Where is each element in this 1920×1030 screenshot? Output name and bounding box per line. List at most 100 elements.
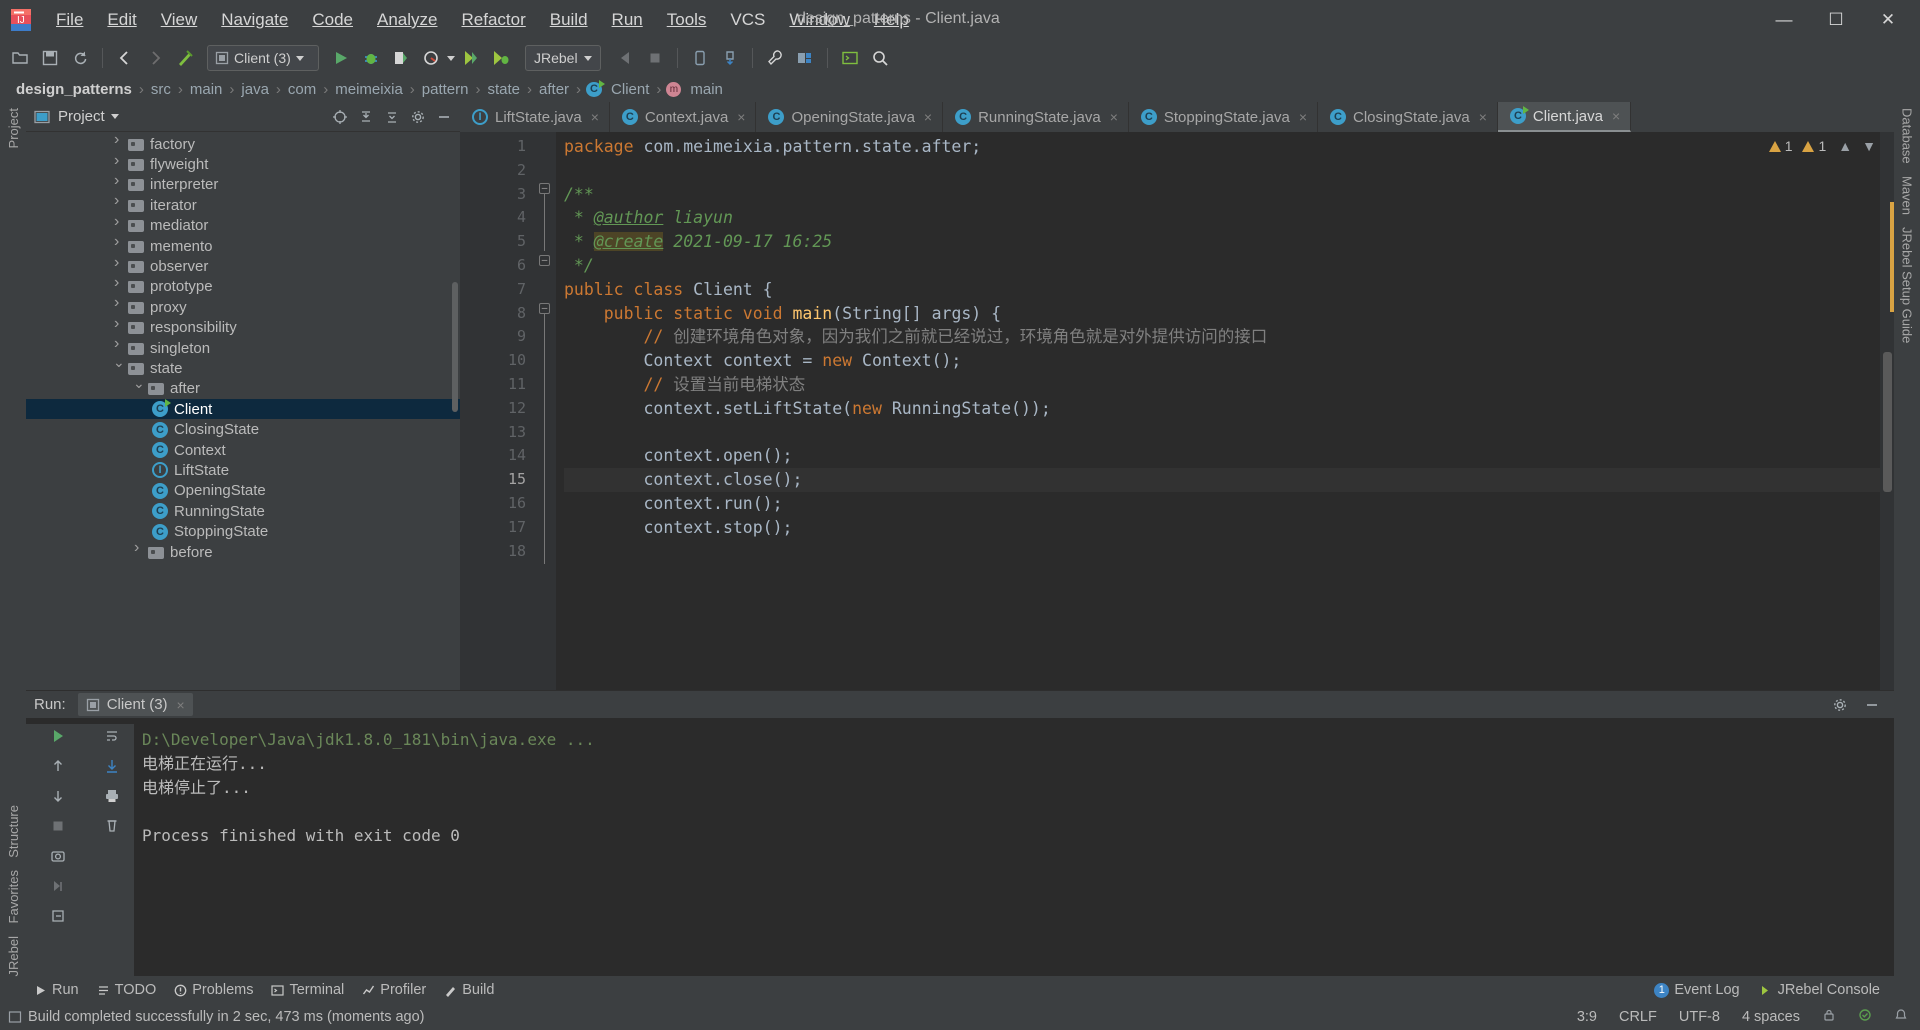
line-number-15[interactable]: 15 bbox=[460, 468, 534, 492]
chevron-right-icon[interactable] bbox=[112, 213, 124, 232]
chevron-right-icon[interactable] bbox=[112, 233, 124, 252]
breadcrumb-item-7[interactable]: state bbox=[483, 81, 524, 98]
editor-tab-runningstate[interactable]: C RunningState.java × bbox=[943, 102, 1129, 132]
menu-tools[interactable]: Tools bbox=[655, 6, 719, 34]
bottom-item-build[interactable]: Build bbox=[444, 982, 494, 998]
code-line-2[interactable] bbox=[564, 159, 1880, 183]
chevron-right-icon[interactable] bbox=[132, 539, 144, 558]
editor-tab-stoppingstate[interactable]: C StoppingState.java × bbox=[1128, 102, 1318, 132]
inspection-summary[interactable]: 1 1 ▲ ▼ bbox=[1768, 138, 1876, 154]
save-icon[interactable] bbox=[36, 44, 64, 72]
tree-node-closingstate[interactable]: C ClosingState bbox=[26, 419, 460, 439]
breadcrumb-item-8[interactable]: after bbox=[535, 81, 573, 98]
line-number-10[interactable]: 10 bbox=[460, 349, 534, 373]
line-number-2[interactable]: 2 bbox=[460, 159, 534, 183]
code-line-16[interactable]: context.run(); bbox=[564, 492, 1880, 516]
menu-refactor[interactable]: Refactor bbox=[449, 6, 537, 34]
rerun-failed-icon[interactable] bbox=[50, 878, 66, 899]
project-tree[interactable]: factory flyweight interpreter iterator media… bbox=[26, 132, 460, 690]
sync-icon[interactable] bbox=[66, 44, 94, 72]
run-coverage-button[interactable] bbox=[387, 44, 415, 72]
breadcrumb-item-4[interactable]: com bbox=[284, 81, 320, 98]
line-number-4[interactable]: 4 bbox=[460, 206, 534, 230]
photo-icon[interactable] bbox=[50, 848, 66, 869]
bottom-item-event-log[interactable]: 1 Event Log bbox=[1654, 982, 1740, 998]
code-line-7[interactable]: public class Client { bbox=[564, 278, 1880, 302]
menu-build[interactable]: Build bbox=[538, 6, 600, 34]
breadcrumb-item-2[interactable]: main bbox=[186, 81, 227, 98]
locate-icon[interactable] bbox=[330, 107, 350, 127]
tree-node-interpreter[interactable]: interpreter bbox=[26, 172, 460, 195]
jrebel-chevron-down-icon[interactable] bbox=[583, 55, 592, 61]
tree-node-singleton[interactable]: singleton bbox=[26, 335, 460, 358]
code-line-12[interactable]: context.setLiftState(new RunningState())… bbox=[564, 397, 1880, 421]
minimize-icon[interactable] bbox=[1862, 695, 1882, 715]
console-text[interactable]: D:\Developer\Java\jdk1.8.0_181\bin\java.… bbox=[134, 724, 1894, 976]
soft-wrap-icon[interactable] bbox=[104, 728, 120, 749]
chevron-right-icon[interactable] bbox=[112, 274, 124, 293]
menu-file[interactable]: File bbox=[44, 6, 95, 34]
menu-view[interactable]: View bbox=[149, 6, 210, 34]
chevron-right-icon[interactable] bbox=[112, 172, 124, 191]
code-line-15[interactable]: context.close(); bbox=[564, 468, 1880, 492]
stop-icon[interactable] bbox=[50, 818, 66, 839]
line-separator[interactable]: CRLF bbox=[1619, 1009, 1657, 1025]
bottom-item-profiler[interactable]: Profiler bbox=[362, 982, 426, 998]
tree-node-context[interactable]: C Context bbox=[26, 440, 460, 460]
chevron-down-icon[interactable] bbox=[132, 375, 145, 395]
profile-button[interactable] bbox=[417, 44, 445, 72]
fold-marker-docstart[interactable]: – bbox=[539, 183, 550, 194]
code-line-14[interactable]: context.open(); bbox=[564, 444, 1880, 468]
back-arrow-icon[interactable] bbox=[111, 44, 139, 72]
editor-tab-closingstate[interactable]: C ClosingState.java × bbox=[1318, 102, 1498, 132]
stop-icon[interactable] bbox=[641, 44, 669, 72]
down-arrow-icon[interactable] bbox=[50, 788, 66, 809]
run-button[interactable] bbox=[327, 44, 355, 72]
tool-window-structure[interactable]: Structure bbox=[6, 799, 21, 864]
line-number-12[interactable]: 12 bbox=[460, 397, 534, 421]
code-line-4[interactable]: * @author liayun bbox=[564, 206, 1880, 230]
jrebel-run-icon[interactable] bbox=[457, 44, 485, 72]
chevron-right-icon[interactable] bbox=[112, 192, 124, 211]
expand-all-icon[interactable] bbox=[382, 107, 402, 127]
project-structure-icon[interactable] bbox=[791, 44, 819, 72]
tree-node-runningstate[interactable]: C RunningState bbox=[26, 501, 460, 521]
code-line-6[interactable]: */ bbox=[564, 254, 1880, 278]
editor-tab-context[interactable]: C Context.java × bbox=[609, 102, 757, 132]
menu-navigate[interactable]: Navigate bbox=[209, 6, 300, 34]
breadcrumb-item-3[interactable]: java bbox=[237, 81, 273, 98]
code-line-3[interactable]: /** bbox=[564, 183, 1880, 207]
gear-icon[interactable] bbox=[408, 107, 428, 127]
line-number-9[interactable]: 9 bbox=[460, 325, 534, 349]
notifications-icon[interactable] bbox=[1894, 1008, 1908, 1026]
chevron-down-icon[interactable] bbox=[112, 354, 125, 374]
breadcrumb-item-1[interactable]: src bbox=[147, 81, 175, 98]
line-number-7[interactable]: 7 bbox=[460, 278, 552, 302]
tree-node-memento[interactable]: memento bbox=[26, 233, 460, 256]
project-tree-scrollbar[interactable] bbox=[452, 282, 458, 412]
tree-node-openingstate[interactable]: C OpeningState bbox=[26, 481, 460, 501]
bottom-item-run[interactable]: Run bbox=[34, 982, 79, 998]
code-line-9[interactable]: // 创建环境角色对象，因为我们之前就已经说过，环境角色就是对外提供访问的接口 bbox=[564, 325, 1880, 349]
bottom-item-terminal[interactable]: Terminal bbox=[271, 982, 344, 998]
bottom-item-problems[interactable]: Problems bbox=[174, 982, 253, 998]
fold-marker-docend[interactable]: – bbox=[539, 255, 550, 266]
line-number-18[interactable]: 18 bbox=[460, 540, 534, 564]
tool-window-maven[interactable]: Maven bbox=[1900, 170, 1915, 221]
tree-node-prototype[interactable]: prototype bbox=[26, 274, 460, 297]
line-number-3[interactable]: 3 bbox=[460, 183, 534, 207]
build-hammer-icon[interactable] bbox=[171, 44, 199, 72]
tree-node-after[interactable]: after bbox=[26, 375, 460, 399]
code-line-18[interactable] bbox=[564, 540, 1880, 564]
jrebel-selector[interactable]: JRebel bbox=[525, 45, 601, 71]
terminal-icon[interactable] bbox=[836, 44, 864, 72]
clear-all-icon[interactable] bbox=[104, 818, 120, 839]
close-icon[interactable]: × bbox=[737, 109, 745, 125]
menu-code[interactable]: Code bbox=[300, 6, 365, 34]
caret-position[interactable]: 3:9 bbox=[1577, 1009, 1597, 1025]
forward-arrow-icon[interactable] bbox=[141, 44, 169, 72]
chevron-right-icon[interactable] bbox=[112, 335, 124, 354]
code-line-17[interactable]: context.stop(); bbox=[564, 516, 1880, 540]
inspection-down-icon[interactable]: ▼ bbox=[1862, 138, 1876, 154]
chevron-down-icon[interactable] bbox=[295, 55, 304, 61]
